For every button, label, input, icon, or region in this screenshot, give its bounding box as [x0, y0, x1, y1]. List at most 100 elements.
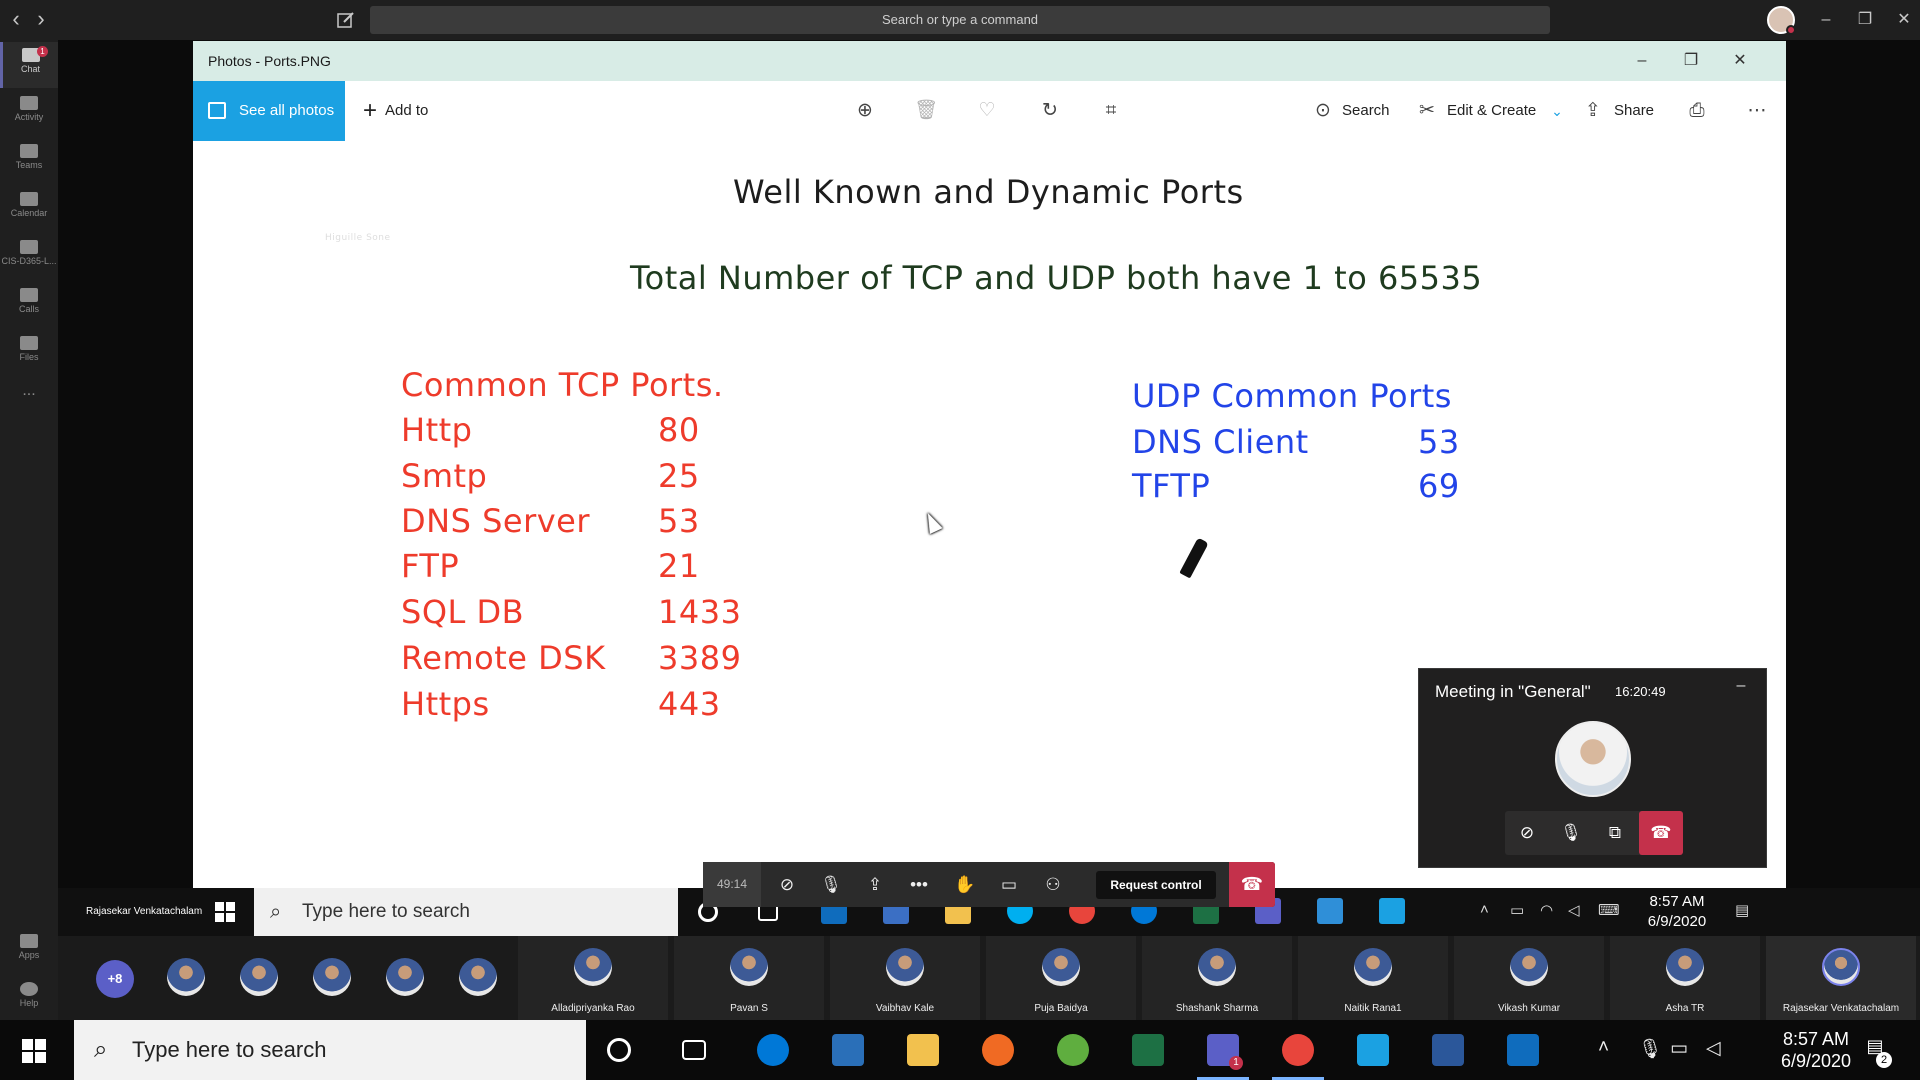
photos-title-bar: Photos - Ports.PNG – ❐ ✕: [193, 41, 1786, 81]
share-button[interactable]: Share: [1614, 81, 1654, 141]
favorite-icon[interactable]: ♡: [975, 99, 999, 123]
edit-create-button[interactable]: Edit & Create: [1447, 81, 1536, 141]
share-tray-icon[interactable]: ⇪: [855, 862, 895, 907]
request-control-button[interactable]: Request control: [1096, 871, 1216, 899]
print-icon[interactable]: ⎙: [1685, 99, 1709, 123]
rail-chat[interactable]: 1 Chat: [0, 42, 58, 88]
forward-arrow-icon[interactable]: ›: [29, 8, 53, 32]
search-icon[interactable]: ⊙: [1311, 99, 1335, 123]
hang-up-button[interactable]: ☎: [1639, 811, 1683, 855]
rail-apps[interactable]: Apps: [0, 928, 58, 974]
battery-icon[interactable]: ▭: [1670, 1037, 1688, 1060]
participant-avatar[interactable]: [240, 958, 278, 996]
microphone-icon[interactable]: 🎙: [1549, 811, 1593, 855]
volume-icon[interactable]: ◁: [1568, 901, 1580, 919]
rail-calls[interactable]: Calls: [0, 282, 58, 328]
minimize-icon[interactable]: –: [1731, 677, 1751, 697]
overflow-participants-button[interactable]: +8: [96, 960, 134, 998]
participant-tile[interactable]: Vaibhav Kale: [830, 936, 980, 1020]
outlook-icon[interactable]: [1507, 1034, 1539, 1066]
share-screen-icon[interactable]: ⧉: [1593, 811, 1637, 855]
notifications-icon[interactable]: ▤ 2: [1860, 1036, 1892, 1068]
see-all-photos-button[interactable]: See all photos: [193, 81, 345, 141]
volume-icon[interactable]: ◁: [1706, 1037, 1721, 1060]
microphone-icon[interactable]: 🎙: [1638, 1037, 1662, 1061]
rotate-icon[interactable]: ↻: [1038, 99, 1062, 123]
camera-off-icon[interactable]: ⊘: [767, 862, 807, 907]
participant-avatar[interactable]: [386, 958, 424, 996]
cortana-icon[interactable]: [607, 1038, 631, 1062]
close-icon[interactable]: ✕: [1892, 8, 1916, 32]
word-icon[interactable]: [1432, 1034, 1464, 1066]
chat-icon[interactable]: ▭: [989, 862, 1029, 907]
taskbar-clock[interactable]: 8:57 AM 6/9/2020: [1642, 892, 1712, 932]
teams-icon[interactable]: 1: [1197, 1034, 1249, 1080]
file-explorer-icon[interactable]: [907, 1034, 939, 1066]
delete-icon[interactable]: 🗑: [914, 99, 938, 123]
taskbar-search-input[interactable]: ⌕ Type here to search: [254, 888, 678, 936]
participant-tile[interactable]: Shashank Sharma: [1142, 936, 1292, 1020]
rail-calendar[interactable]: Calendar: [0, 186, 58, 232]
close-icon[interactable]: ✕: [1728, 49, 1752, 73]
more-actions-icon[interactable]: •••: [899, 862, 939, 907]
participant-tile[interactable]: Alladipriyanka Rao: [518, 936, 668, 1020]
edit-create-icon[interactable]: ✂: [1415, 99, 1439, 123]
meeting-mini-window[interactable]: Meeting in "General" 16:20:49 – ⊘ 🎙 ⧉ ☎: [1418, 668, 1767, 868]
battery-icon[interactable]: ▭: [1510, 901, 1524, 919]
restore-icon[interactable]: ❐: [1853, 8, 1877, 32]
search-button[interactable]: Search: [1342, 81, 1390, 141]
minimize-icon[interactable]: –: [1814, 8, 1838, 32]
profile-avatar[interactable]: [1767, 6, 1796, 35]
minimize-icon[interactable]: –: [1630, 49, 1654, 73]
chevron-up-icon[interactable]: ˄: [1480, 901, 1489, 918]
participant-avatar[interactable]: [459, 958, 497, 996]
windows-logo-icon[interactable]: [22, 1039, 46, 1063]
wifi-icon[interactable]: ◠: [1540, 901, 1553, 919]
new-chat-icon[interactable]: [335, 9, 357, 31]
crop-icon[interactable]: ⌗: [1099, 99, 1123, 123]
back-arrow-icon[interactable]: ‹: [4, 8, 28, 32]
add-to-button[interactable]: + Add to: [359, 81, 428, 141]
participant-tile[interactable]: Asha TR: [1610, 936, 1760, 1020]
rail-teams[interactable]: Teams: [0, 138, 58, 184]
rail-files[interactable]: Files: [0, 330, 58, 376]
windows-logo-icon[interactable]: [215, 902, 235, 922]
rail-more-apps[interactable]: ...: [0, 382, 58, 428]
share-icon[interactable]: ⇪: [1581, 99, 1605, 123]
rail-activity[interactable]: Activity: [0, 90, 58, 136]
photos-app-icon[interactable]: [1379, 898, 1405, 924]
command-search-input[interactable]: Search or type a command: [370, 6, 1550, 34]
participant-avatar[interactable]: [167, 958, 205, 996]
more-options-icon[interactable]: ⋯: [1745, 99, 1769, 123]
chevron-down-icon[interactable]: ⌄: [1545, 99, 1569, 123]
edge-icon[interactable]: [757, 1034, 789, 1066]
photos-app-icon[interactable]: [1357, 1034, 1389, 1066]
participant-tile[interactable]: Puja Baidya: [986, 936, 1136, 1020]
taskbar-clock[interactable]: 8:57 AM 6/9/2020: [1770, 1028, 1862, 1072]
spring-app-icon[interactable]: [1057, 1034, 1089, 1066]
hang-up-button[interactable]: ☎: [1229, 862, 1275, 907]
app-window-icon[interactable]: [1317, 898, 1343, 924]
participant-tile-presenter[interactable]: Rajasekar Venkatachalam: [1766, 936, 1916, 1020]
raise-hand-icon[interactable]: ✋: [945, 862, 985, 907]
rail-help[interactable]: Help: [0, 976, 58, 1022]
chevron-up-icon[interactable]: ˄: [1598, 1037, 1609, 1059]
participant-tile[interactable]: Naitik Rana1: [1298, 936, 1448, 1020]
camera-off-icon[interactable]: ⊘: [1505, 811, 1549, 855]
pen-app-icon[interactable]: [982, 1034, 1014, 1066]
participant-avatar[interactable]: [313, 958, 351, 996]
notifications-icon[interactable]: ▤: [1735, 901, 1749, 919]
taskbar-search-input[interactable]: ⌕ Type here to search: [74, 1020, 586, 1080]
zoom-icon[interactable]: ⊕: [853, 99, 877, 123]
excel-icon[interactable]: [1132, 1034, 1164, 1066]
snipping-tool-icon[interactable]: [832, 1034, 864, 1066]
keyboard-icon[interactable]: ⌨: [1598, 901, 1620, 919]
participants-icon[interactable]: ⚇: [1033, 862, 1073, 907]
mute-icon[interactable]: 🎙: [811, 862, 851, 907]
participant-tile[interactable]: Vikash Kumar: [1454, 936, 1604, 1020]
chrome-icon[interactable]: [1272, 1034, 1324, 1080]
maximize-icon[interactable]: ❐: [1679, 49, 1703, 73]
rail-pinned-app[interactable]: CIS-D365-L...: [0, 234, 58, 280]
task-view-icon[interactable]: [682, 1040, 706, 1060]
participant-tile[interactable]: Pavan S: [674, 936, 824, 1020]
